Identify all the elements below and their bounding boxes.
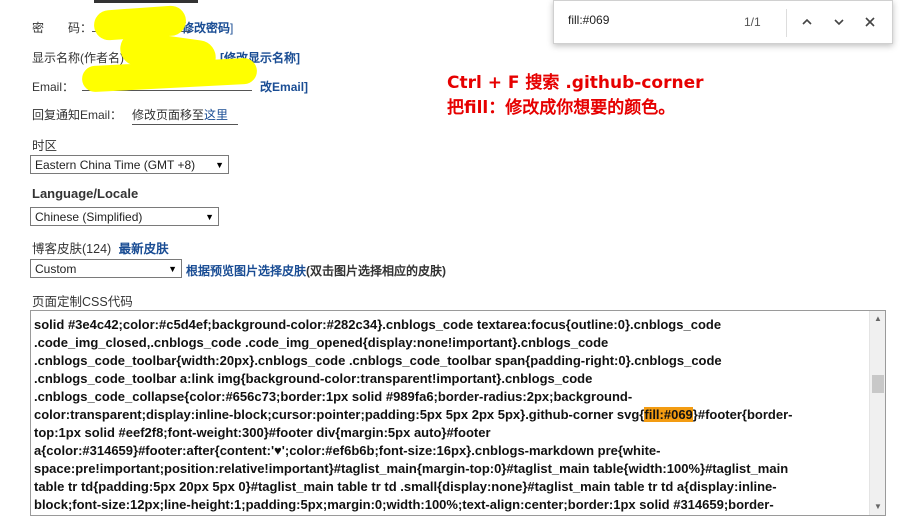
reply-email-text: 修改页面移至 bbox=[132, 108, 205, 122]
dropdown-arrow-icon: ▼ bbox=[215, 159, 224, 170]
css-editor-content: solid #3e4c42;color:#c5d4ef;background-c… bbox=[34, 316, 864, 514]
find-close-button[interactable] bbox=[859, 12, 881, 34]
reply-email-row: 回复通知Email： 修改页面移至这里 bbox=[32, 106, 239, 125]
find-bar: fill:#069 1/1 bbox=[553, 0, 893, 44]
skin-value: Custom bbox=[35, 261, 77, 276]
scroll-up-icon[interactable]: ▲ bbox=[870, 311, 885, 327]
email-label: Email： bbox=[32, 80, 75, 94]
language-label: Language/Locale bbox=[32, 186, 139, 201]
display-name-label: 显示名称(作者名) bbox=[32, 51, 124, 65]
find-match-count: 1/1 bbox=[744, 15, 761, 29]
annotation-line-1: Ctrl + F 搜索 .github-corner bbox=[447, 73, 704, 93]
code-line: .cnblogs_code_collapse{color:#656c73;bor… bbox=[34, 389, 633, 404]
timezone-label: 时区 bbox=[32, 139, 58, 153]
code-line: .cnblogs_code_toolbar a:link img{backgro… bbox=[34, 371, 593, 386]
code-line: solid #3e4c42;color:#c5d4ef;background-c… bbox=[34, 317, 722, 332]
css-editor-label: 页面定制CSS代码 bbox=[32, 295, 133, 309]
code-line: space:pre!important;position:relative!im… bbox=[34, 461, 789, 476]
skin-row: 博客皮肤(124) 最新皮肤 bbox=[32, 238, 169, 257]
editor-scrollbar[interactable]: ▲ ▼ bbox=[869, 311, 885, 515]
timezone-value: Eastern China Time (GMT +8) bbox=[35, 157, 196, 172]
code-line: top:1px solid #eef2f8;font-weight:300}#f… bbox=[34, 425, 491, 440]
timezone-select[interactable]: Eastern China Time (GMT +8) ▼ bbox=[30, 155, 229, 174]
reply-email-here-link[interactable]: 这里 bbox=[204, 108, 228, 122]
close-icon bbox=[865, 17, 875, 27]
top-divider bbox=[94, 0, 198, 3]
code-line: a{color:#314659}#footer:after{content:'♥… bbox=[34, 443, 661, 458]
code-line-highlighted: color:transparent;display:inline-block;c… bbox=[34, 407, 793, 422]
scroll-thumb[interactable] bbox=[872, 375, 884, 393]
find-next-button[interactable] bbox=[828, 12, 850, 34]
dropdown-arrow-icon: ▼ bbox=[205, 211, 214, 222]
search-highlight: fill:#069 bbox=[644, 407, 693, 422]
skin-hint: (双击图片选择相应的皮肤) bbox=[306, 264, 447, 278]
latest-skins-link[interactable]: 最新皮肤 bbox=[119, 242, 169, 256]
annotation-line-2: 把fill：修改成你想要的颜色。 bbox=[447, 98, 676, 118]
language-select[interactable]: Chinese (Simplified) ▼ bbox=[30, 207, 219, 226]
dropdown-arrow-icon: ▼ bbox=[168, 263, 177, 274]
language-value: Chinese (Simplified) bbox=[35, 209, 143, 224]
preview-skin-link[interactable]: 根据预览图片选择皮肤 bbox=[186, 264, 306, 278]
scroll-down-icon[interactable]: ▼ bbox=[870, 499, 885, 515]
code-line: block;font-size:12px;line-height:1;paddi… bbox=[34, 497, 774, 512]
password-label: 密 码： bbox=[32, 21, 93, 35]
reply-email-label: 回复通知Email： bbox=[32, 108, 123, 122]
chevron-down-icon bbox=[834, 19, 844, 26]
find-previous-button[interactable] bbox=[796, 12, 818, 34]
reply-email-field: 修改页面移至这里 bbox=[132, 106, 239, 125]
change-email-link[interactable]: 改Email] bbox=[260, 78, 308, 95]
skin-hint-row: 根据预览图片选择皮肤(双击图片选择相应的皮肤) bbox=[186, 262, 446, 279]
code-line: .cnblogs_code_toolbar{width:20px}.cnblog… bbox=[34, 353, 722, 368]
css-editor-textarea[interactable]: solid #3e4c42;color:#c5d4ef;background-c… bbox=[30, 310, 886, 516]
code-line-suffix: #footer{border- bbox=[697, 407, 793, 422]
skin-label: 博客皮肤(124) bbox=[32, 242, 112, 256]
code-line: .code_img_closed,.cnblogs_code .code_img… bbox=[34, 335, 609, 350]
code-line: table tr td{padding:5px 20px 5px 0}#tagl… bbox=[34, 479, 777, 494]
chevron-up-icon bbox=[802, 18, 812, 25]
find-divider bbox=[786, 9, 787, 37]
code-line-prefix: color:transparent;display:inline-block;c… bbox=[34, 407, 645, 422]
skin-select[interactable]: Custom ▼ bbox=[30, 259, 182, 278]
change-password-link[interactable]: 修改密码 bbox=[182, 19, 230, 36]
password-link-bracket: ] bbox=[230, 21, 234, 35]
find-input[interactable]: fill:#069 bbox=[568, 13, 768, 31]
